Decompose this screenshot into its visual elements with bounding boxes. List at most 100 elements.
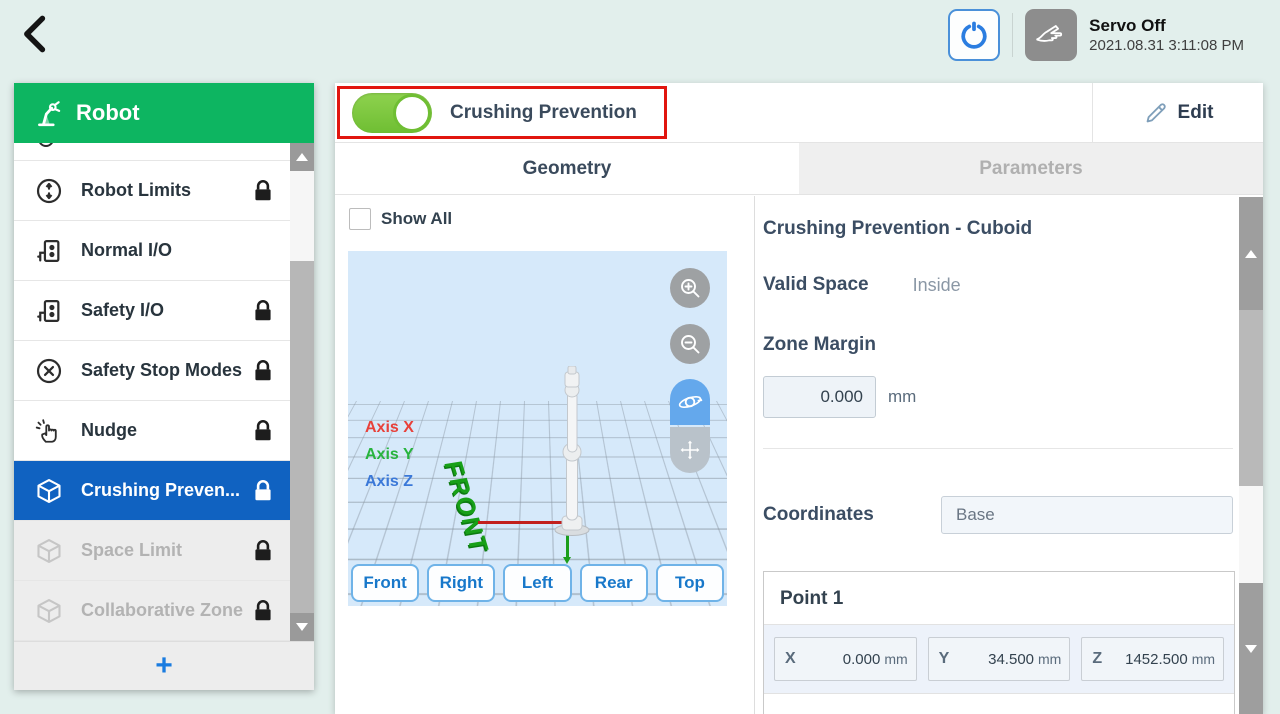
y-value: 34.500 bbox=[965, 651, 1034, 668]
view-left-button[interactable]: Left bbox=[503, 564, 571, 602]
sidebar-item-space-limit[interactable]: Space Limit bbox=[14, 521, 290, 581]
orbit-mode-button[interactable] bbox=[670, 379, 710, 425]
coordinates-label: Coordinates bbox=[763, 504, 941, 526]
sidebar-item-label: Safety I/O bbox=[81, 300, 250, 321]
axis-legend: Axis X Axis Y Axis Z bbox=[365, 419, 414, 491]
coordinates-select[interactable]: Base bbox=[941, 496, 1233, 534]
show-all-checkbox[interactable] bbox=[349, 208, 371, 230]
point-1-fields: X 0.000 mm Y 34.500 mm Z 1452.500 mm bbox=[764, 625, 1234, 694]
robot-arm bbox=[544, 366, 600, 538]
valid-space-row: Valid Space Inside bbox=[763, 274, 961, 296]
plus-icon: + bbox=[155, 651, 173, 681]
y-axis-label: Y bbox=[939, 650, 965, 668]
robot-limits-icon bbox=[34, 176, 64, 206]
sidebar-item-normal-io[interactable]: Normal I/O bbox=[14, 221, 290, 281]
sidebar-item-safety-io[interactable]: Safety I/O bbox=[14, 281, 290, 341]
lock-icon bbox=[250, 358, 276, 384]
screen: Servo Off 2021.08.31 3:11:08 PM Robot bbox=[0, 0, 1280, 714]
magnifier-minus-icon bbox=[678, 332, 702, 356]
scroll-down-icon[interactable] bbox=[1239, 583, 1263, 714]
sidebar-item-crushing-prevention[interactable]: Crushing Preven... bbox=[14, 461, 290, 521]
zoom-out-button[interactable] bbox=[670, 324, 710, 364]
zone-margin-row: 0.000 mm bbox=[763, 376, 916, 418]
lock-icon bbox=[250, 538, 276, 564]
details-scrollbar[interactable] bbox=[1239, 196, 1263, 714]
scroll-up-icon[interactable] bbox=[1239, 197, 1263, 310]
sidebar-item-label: Safety Stop Modes bbox=[81, 360, 250, 381]
sidebar-item-label: Collaborative Zone bbox=[81, 600, 250, 621]
sidebar-item-nudge[interactable]: Nudge bbox=[14, 401, 290, 461]
lock-icon bbox=[250, 298, 276, 324]
zone-margin-input[interactable]: 0.000 bbox=[763, 376, 876, 418]
tab-parameters[interactable]: Parameters bbox=[799, 143, 1263, 194]
magnifier-plus-icon bbox=[678, 276, 702, 300]
show-all-control: Show All bbox=[349, 208, 452, 230]
lock-icon bbox=[250, 478, 276, 504]
main-panel: Crushing Prevention Edit Geometry Parame… bbox=[335, 83, 1263, 714]
zone-margin-label: Zone Margin bbox=[763, 334, 876, 356]
point-x-field[interactable]: X 0.000 mm bbox=[774, 637, 917, 681]
recovery-button[interactable] bbox=[948, 9, 1000, 61]
back-button[interactable] bbox=[14, 12, 58, 56]
y-unit: mm bbox=[1038, 651, 1061, 667]
status-cluster: Servo Off 2021.08.31 3:11:08 PM bbox=[948, 9, 1244, 61]
sidebar-list: Robot Limits Normal I/O bbox=[14, 143, 314, 641]
robot-icon bbox=[34, 98, 64, 128]
details-title: Crushing Prevention - Cuboid bbox=[763, 218, 1032, 240]
io-icon bbox=[34, 236, 64, 266]
cube-icon bbox=[34, 476, 64, 506]
show-all-label: Show All bbox=[381, 209, 452, 229]
toggle-row: Crushing Prevention Edit bbox=[335, 83, 1263, 143]
view-right-button[interactable]: Right bbox=[427, 564, 495, 602]
sidebar-item-label: Crushing Preven... bbox=[81, 480, 250, 501]
point-z-field[interactable]: Z 1452.500 mm bbox=[1081, 637, 1224, 681]
zoom-in-button[interactable] bbox=[670, 268, 710, 308]
toggle-knob bbox=[393, 94, 431, 132]
sidebar-item-safety-stop-modes[interactable]: Safety Stop Modes bbox=[14, 341, 290, 401]
coordinates-row: Coordinates Base bbox=[763, 496, 1233, 534]
cube-icon bbox=[34, 596, 64, 626]
edit-button[interactable]: Edit bbox=[1092, 83, 1263, 143]
sidebar-scrollbar[interactable] bbox=[290, 143, 314, 641]
io-icon bbox=[34, 296, 64, 326]
sidebar-item-label: Nudge bbox=[81, 420, 250, 441]
view-rear-button[interactable]: Rear bbox=[580, 564, 648, 602]
view-mode-pill bbox=[670, 379, 710, 473]
edit-label: Edit bbox=[1178, 102, 1214, 124]
crushing-prevention-toggle[interactable] bbox=[352, 93, 432, 133]
add-zone-button[interactable]: + bbox=[14, 641, 314, 690]
pan-arrows-icon bbox=[678, 438, 702, 462]
view-top-button[interactable]: Top bbox=[656, 564, 724, 602]
top-divider bbox=[1012, 13, 1013, 57]
valid-space-value: Inside bbox=[913, 275, 961, 296]
scroll-up-icon[interactable] bbox=[290, 143, 314, 171]
pencil-icon bbox=[1143, 100, 1169, 126]
z-axis-label: Z bbox=[1092, 650, 1118, 668]
x-value: 0.000 bbox=[811, 651, 880, 668]
tab-geometry[interactable]: Geometry bbox=[335, 143, 799, 194]
details-scrollbar-track[interactable] bbox=[1239, 486, 1263, 583]
details-scrollbar-thumb[interactable] bbox=[1239, 310, 1263, 486]
3d-viewport[interactable]: FRONT Axis X Ax bbox=[348, 251, 727, 606]
sidebar-item-collaborative-zone[interactable]: Collaborative Zone bbox=[14, 581, 290, 641]
point-y-field[interactable]: Y 34.500 mm bbox=[928, 637, 1071, 681]
sidebar-item-robot-limits[interactable]: Robot Limits bbox=[14, 161, 290, 221]
stop-circle-icon bbox=[34, 356, 64, 386]
geometry-pane: Show All FRONT bbox=[335, 196, 755, 714]
lock-icon bbox=[250, 178, 276, 204]
view-front-button[interactable]: Front bbox=[351, 564, 419, 602]
cube-icon bbox=[34, 536, 64, 566]
scroll-down-icon[interactable] bbox=[290, 613, 314, 641]
sidebar-header: Robot bbox=[14, 83, 314, 143]
sidebar-item-partial bbox=[14, 143, 314, 161]
sidebar-scrollbar-thumb[interactable] bbox=[290, 171, 314, 261]
pan-mode-button[interactable] bbox=[670, 427, 710, 473]
tab-content: Show All FRONT bbox=[335, 196, 1263, 714]
servo-status-text: Servo Off 2021.08.31 3:11:08 PM bbox=[1089, 15, 1244, 56]
sidebar-item-label: Robot Limits bbox=[81, 180, 250, 201]
details-pane: Crushing Prevention - Cuboid Valid Space… bbox=[755, 196, 1263, 714]
partial-icon-fragment bbox=[38, 143, 54, 147]
point-1-title: Point 1 bbox=[764, 572, 1234, 625]
servo-status-box bbox=[1025, 9, 1077, 61]
lock-icon bbox=[250, 598, 276, 624]
